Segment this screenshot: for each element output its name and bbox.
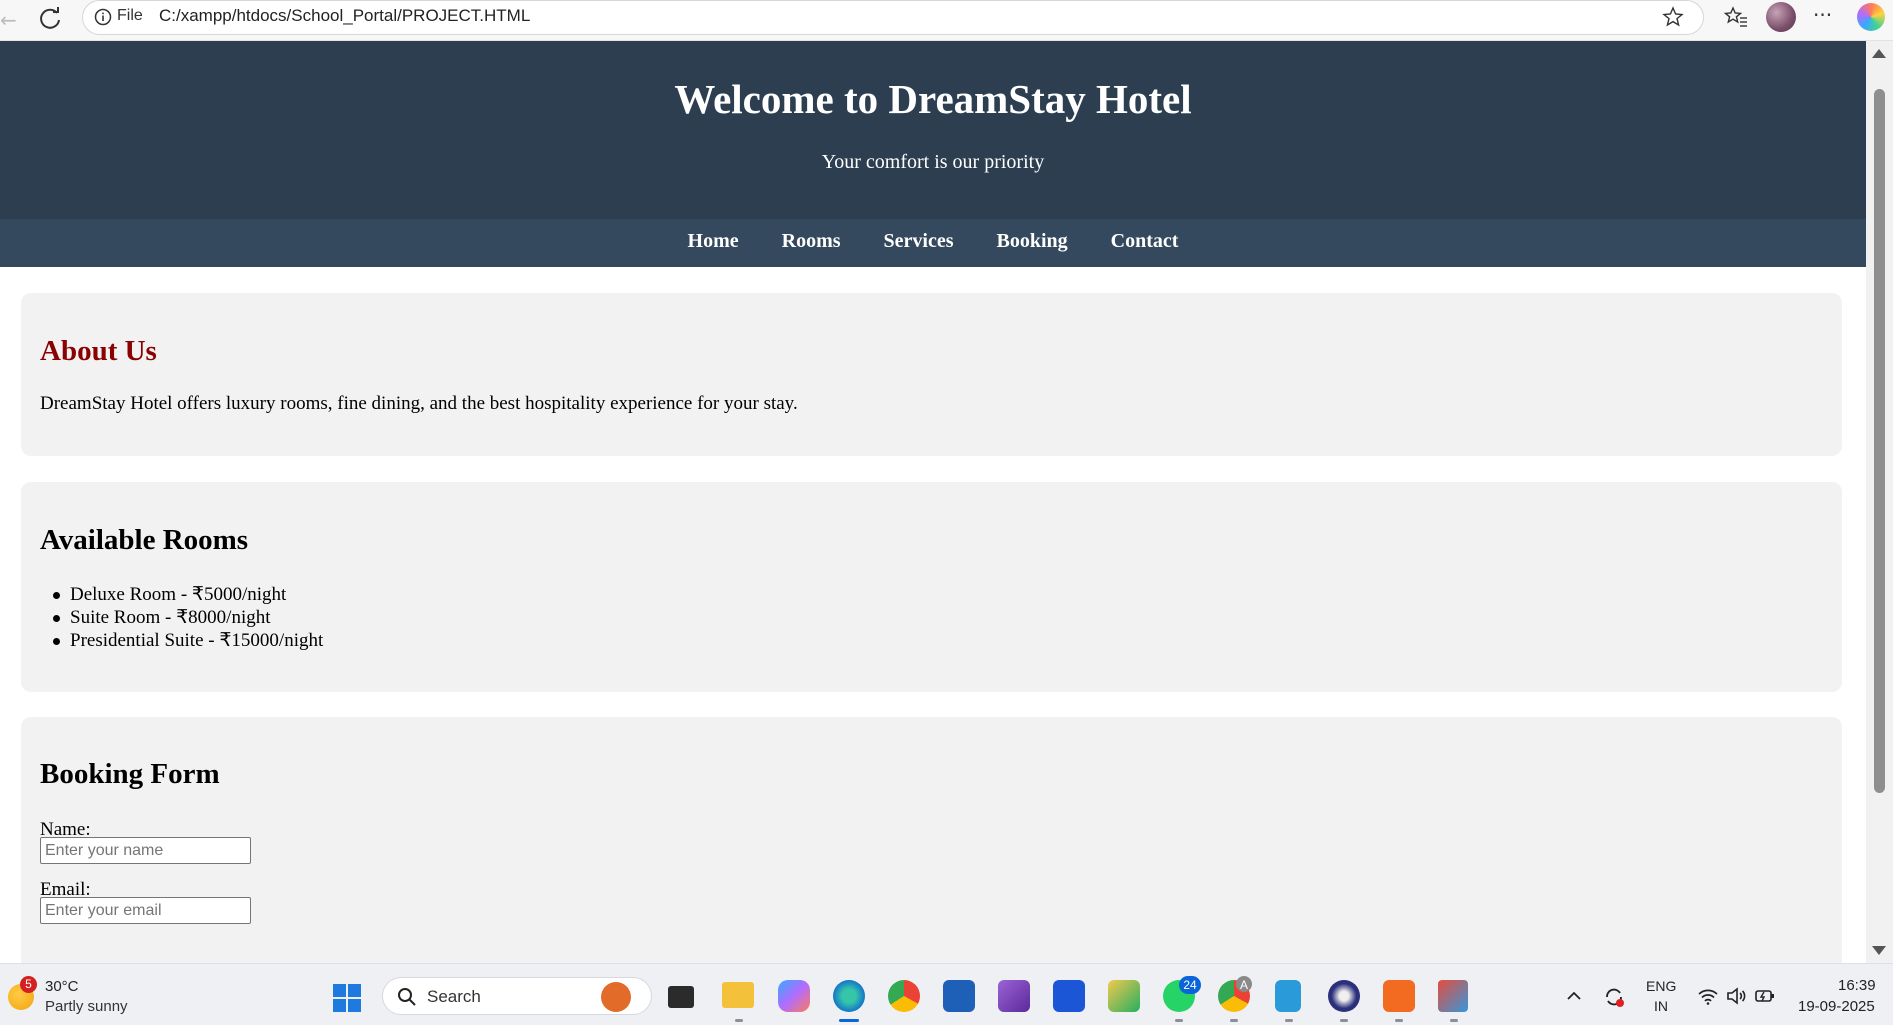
running-indicator	[1450, 1019, 1458, 1022]
vertical-scrollbar[interactable]	[1866, 41, 1893, 963]
azure-data-studio-icon[interactable]	[1053, 980, 1085, 1012]
running-indicator	[1175, 1019, 1183, 1022]
search-label: Search	[427, 987, 481, 1006]
weather-description[interactable]: Partly sunny	[45, 998, 128, 1015]
header-tagline: Your comfort is our priority	[821, 151, 1045, 173]
search-icon	[397, 987, 417, 1007]
favorites-icon[interactable]	[1723, 4, 1749, 30]
windows-start-icon[interactable]	[333, 984, 362, 1013]
file-scheme-label: File	[117, 7, 143, 24]
email-input[interactable]	[40, 897, 251, 924]
running-indicator	[1230, 1019, 1238, 1022]
running-indicator	[735, 1019, 743, 1022]
snipping-tool-icon[interactable]	[1438, 980, 1468, 1012]
about-section: About Us DreamStay Hotel offers luxury r…	[21, 293, 1842, 456]
microsoft-store-icon[interactable]	[943, 980, 975, 1012]
eclipse-icon[interactable]	[1328, 980, 1360, 1012]
running-indicator	[1285, 1019, 1293, 1022]
rooms-section: Available Rooms Deluxe Room - ₹5000/nigh…	[21, 482, 1842, 692]
running-indicator	[1395, 1019, 1403, 1022]
visual-studio-icon[interactable]	[998, 980, 1030, 1012]
nav-link-services[interactable]: Services	[884, 230, 954, 252]
active-app-indicator	[839, 1019, 859, 1022]
nav-link-rooms[interactable]: Rooms	[782, 230, 841, 252]
taskbar: 5 30°C Partly sunny Search 24 A ENG IN 1…	[0, 963, 1893, 1025]
favorite-star-icon[interactable]	[1661, 5, 1685, 29]
scroll-down-arrow-icon[interactable]	[1872, 946, 1886, 955]
booking-section: Booking Form Name: Email:	[21, 717, 1842, 963]
address-bar[interactable]: File C:/xampp/htdocs/School_Portal/PROJE…	[82, 0, 1704, 35]
file-explorer-icon[interactable]	[722, 982, 754, 1008]
rooms-heading: Available Rooms	[40, 524, 249, 556]
browser-toolbar: ← File C:/xampp/htdocs/School_Portal/PRO…	[0, 0, 1893, 41]
scroll-thumb[interactable]	[1874, 89, 1885, 793]
about-text: DreamStay Hotel offers luxury rooms, fin…	[40, 393, 798, 414]
page-title: Welcome to DreamStay Hotel	[674, 76, 1192, 122]
reload-icon[interactable]	[38, 4, 64, 34]
whatsapp-badge: 24	[1179, 976, 1201, 994]
clock-date[interactable]: 19-09-2025	[1798, 998, 1875, 1015]
scroll-up-arrow-icon[interactable]	[1872, 49, 1886, 58]
xampp-control-icon[interactable]	[1383, 980, 1415, 1012]
name-input[interactable]	[40, 837, 251, 864]
edge-browser-icon[interactable]	[833, 980, 865, 1012]
url-text[interactable]: C:/xampp/htdocs/School_Portal/PROJECT.HT…	[159, 6, 530, 26]
notepad-icon[interactable]	[1275, 980, 1301, 1012]
xampp-tool-icon[interactable]	[1108, 980, 1140, 1012]
more-options-icon[interactable]: ···	[1813, 3, 1832, 27]
copilot-icon[interactable]	[1857, 3, 1885, 31]
clock-time[interactable]: 16:39	[1838, 977, 1876, 994]
copilot-app-icon[interactable]	[778, 980, 810, 1012]
chrome-icon[interactable]	[888, 980, 920, 1012]
room-item: Presidential Suite - ₹15000/night	[52, 630, 324, 651]
sync-icon[interactable]	[1603, 986, 1624, 1007]
site-header: Welcome to DreamStay Hotel Your comfort …	[0, 41, 1866, 219]
back-arrow-icon[interactable]: ←	[0, 8, 17, 32]
weather-badge: 5	[20, 976, 37, 993]
search-highlight-icon	[601, 982, 631, 1012]
weather-temperature[interactable]: 30°C	[45, 978, 79, 995]
info-icon[interactable]	[93, 7, 113, 27]
main-nav: Home Rooms Services Booking Contact	[0, 219, 1866, 267]
nav-link-home[interactable]: Home	[688, 230, 739, 252]
nav-link-contact[interactable]: Contact	[1111, 230, 1179, 252]
room-item: Deluxe Room - ₹5000/night	[52, 583, 323, 606]
battery-icon[interactable]	[1754, 986, 1774, 1006]
chevron-up-icon[interactable]	[1564, 986, 1584, 1006]
booking-heading: Booking Form	[40, 758, 220, 790]
region-indicator[interactable]: IN	[1654, 998, 1668, 1014]
rooms-list: Deluxe Room - ₹5000/night Suite Room - ₹…	[52, 583, 324, 652]
chrome-profile-badge: A	[1236, 976, 1252, 992]
task-view-icon[interactable]	[668, 986, 694, 1008]
about-heading: About Us	[40, 335, 157, 367]
taskbar-search[interactable]: Search	[382, 977, 652, 1015]
page-viewport: Welcome to DreamStay Hotel Your comfort …	[0, 41, 1866, 963]
language-indicator[interactable]: ENG	[1646, 978, 1676, 994]
profile-avatar[interactable]	[1766, 2, 1796, 32]
wifi-icon[interactable]	[1697, 986, 1718, 1006]
nav-link-booking[interactable]: Booking	[997, 230, 1068, 252]
speaker-icon[interactable]	[1725, 986, 1746, 1006]
room-item: Suite Room - ₹8000/night	[52, 606, 323, 629]
running-indicator	[1340, 1019, 1348, 1022]
